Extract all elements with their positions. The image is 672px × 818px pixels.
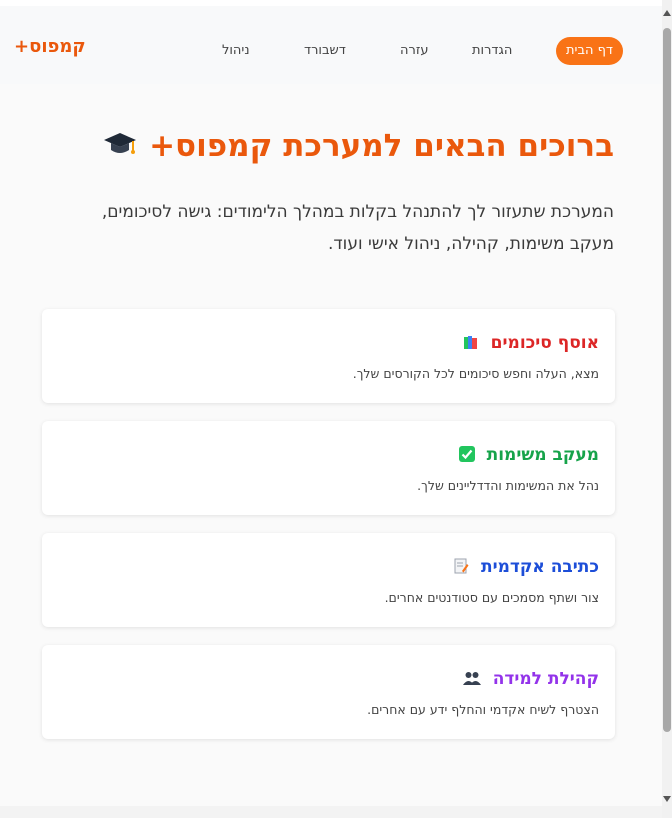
nav-admin-link[interactable]: ניהול — [222, 36, 250, 66]
nav-help-link[interactable]: עזרה — [400, 36, 428, 66]
check-box-icon — [458, 446, 475, 462]
nav-dashboard-link[interactable]: דשבורד — [304, 36, 346, 66]
card-tasks[interactable]: מעקב משימות נהל את המשימות והדדליינים של… — [42, 421, 615, 515]
nav-home-button[interactable]: דף הבית — [556, 37, 624, 65]
page-title-text: ברוכים הבאים למערכת קמפוס+ — [149, 128, 614, 164]
page-description: המערכת שתעזור לך להתנהל בקלות במהלך הלימ… — [101, 202, 614, 254]
card-title-text: כתיבה אקדמית — [480, 557, 599, 577]
card-title: אוסף סיכומים — [463, 333, 599, 353]
page-footer-strip — [0, 806, 662, 818]
card-title: מעקב משימות — [458, 445, 599, 465]
card-title-text: מעקב משימות — [486, 445, 599, 465]
card-title: קהילת למידה — [462, 669, 599, 689]
vertical-scrollbar[interactable] — [662, 0, 672, 818]
card-description: הצטרף לשיח אקדמי והחלף ידע עם אחרים. — [367, 702, 599, 717]
page: קמפוס+ דף הבית הגדרות עזרה דשבורד ניהול … — [0, 0, 662, 818]
navbar: קמפוס+ דף הבית הגדרות עזרה דשבורד ניהול — [0, 6, 662, 84]
card-title-text: אוסף סיכומים — [490, 333, 599, 353]
graduation-cap-icon — [102, 129, 138, 167]
scroll-down-arrow-icon[interactable] — [663, 796, 671, 802]
brand-logo[interactable]: קמפוס+ — [14, 36, 86, 57]
card-title-text: קהילת למידה — [492, 669, 599, 689]
memo-icon — [453, 558, 469, 574]
scroll-up-arrow-icon[interactable] — [663, 10, 671, 16]
card-description: נהל את המשימות והדדליינים שלך. — [417, 478, 599, 493]
card-description: מצא, העלה וחפש סיכומים לכל הקורסים שלך. — [352, 366, 599, 381]
card-title: כתיבה אקדמית — [453, 557, 599, 577]
books-icon — [463, 334, 479, 350]
card-description: צור ושתף מסמכים עם סטודנטים אחרים. — [384, 590, 599, 605]
card-community[interactable]: קהילת למידה הצטרף לשיח אקדמי והחלף ידע ע… — [42, 645, 615, 739]
card-academic-writing[interactable]: כתיבה אקדמית צור ושתף מסמכים עם סטודנטים… — [42, 533, 615, 627]
page-title: ברוכים הבאים למערכת קמפוס+ — [92, 128, 614, 167]
nav-settings-link[interactable]: הגדרות — [472, 36, 512, 66]
scroll-thumb[interactable] — [663, 28, 671, 732]
card-summaries[interactable]: אוסף סיכומים מצא, העלה וחפש סיכומים לכל … — [42, 309, 615, 403]
people-icon — [462, 670, 481, 686]
